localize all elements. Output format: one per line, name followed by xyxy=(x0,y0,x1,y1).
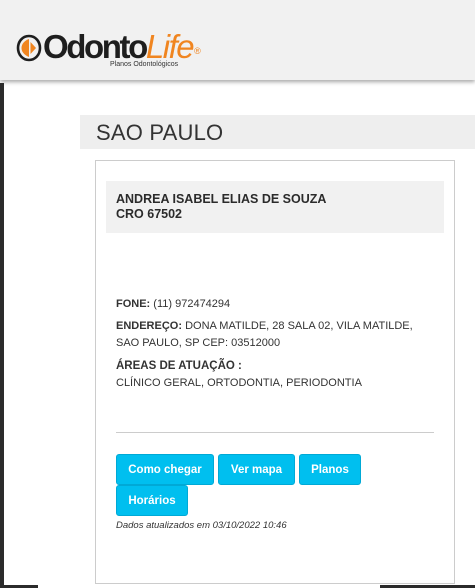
site-header: OdontoLife® Planos Odontológicos xyxy=(0,0,475,80)
dentist-name: ANDREA ISABEL ELIAS DE SOUZA xyxy=(116,192,327,206)
horarios-button[interactable]: Horários xyxy=(116,485,188,516)
planos-button[interactable]: Planos xyxy=(299,454,361,485)
address-line: ENDEREÇO: DONA MATILDE, 28 SALA 02, VILA… xyxy=(116,318,436,352)
odontolife-logo[interactable]: OdontoLife® Planos Odontológicos xyxy=(16,28,216,74)
logo-word-odonto: Odonto xyxy=(43,28,148,65)
areas-value: CLÍNICO GERAL, ORTODONTIA, PERIODONTIA xyxy=(116,377,362,389)
phone-line: FONE: (11) 972474294 xyxy=(116,296,230,313)
address-label: ENDEREÇO: xyxy=(116,320,183,332)
page: OdontoLife® Planos Odontológicos SAO PAU… xyxy=(0,0,475,588)
phone-label: FONE: xyxy=(116,298,151,310)
dentist-cro: CRO 67502 xyxy=(116,207,183,221)
card-divider xyxy=(116,432,434,433)
left-edge-strip xyxy=(0,83,4,588)
logo-tagline: Planos Odontológicos xyxy=(110,61,179,68)
last-updated-note: Dados atualizados em 03/10/2022 10:46 xyxy=(116,520,287,531)
ver-mapa-button[interactable]: Ver mapa xyxy=(218,454,295,485)
city-title: SAO PAULO xyxy=(96,120,224,145)
dentist-name-box: ANDREA ISABEL ELIAS DE SOUZA CRO 67502 xyxy=(106,181,444,233)
logo-word-life: Life xyxy=(145,28,195,65)
city-heading-band: SAO PAULO xyxy=(80,115,475,149)
areas-label: ÁREAS DE ATUAÇÃO : xyxy=(116,360,242,372)
phone-value: (11) 972474294 xyxy=(153,298,231,310)
logo-wordmark: OdontoLife® xyxy=(43,28,201,65)
logo-registered-mark: ® xyxy=(194,46,201,56)
dentist-card: ANDREA ISABEL ELIAS DE SOUZA CRO 67502 F… xyxy=(95,160,455,584)
como-chegar-button[interactable]: Como chegar xyxy=(116,454,214,485)
logo-mark-icon xyxy=(16,34,42,62)
